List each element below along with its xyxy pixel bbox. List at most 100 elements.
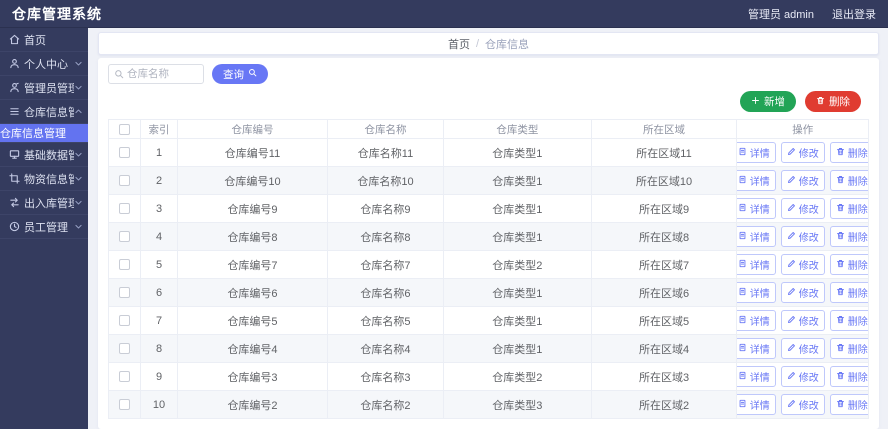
sidebar-item-label: 管理员管理 xyxy=(24,82,74,95)
row-edit-button[interactable]: 修改 xyxy=(780,170,825,191)
detail-icon xyxy=(738,287,747,299)
row-edit-button[interactable]: 修改 xyxy=(780,254,825,275)
sidebar-item-label: 物资信息管理 xyxy=(24,173,74,186)
detail-icon xyxy=(738,343,747,355)
cell-region: 所在区域2 xyxy=(590,390,738,419)
row-checkbox[interactable] xyxy=(118,231,130,243)
add-button-label: 新增 xyxy=(764,96,785,108)
cell-warehouse-code: 仓库编号11 xyxy=(177,138,328,167)
row-checkbox[interactable] xyxy=(118,315,130,327)
delete-button[interactable]: 删除 xyxy=(805,91,861,112)
search-input[interactable] xyxy=(127,68,198,80)
search-button[interactable]: 查询 xyxy=(212,64,268,84)
row-edit-label: 修改 xyxy=(798,373,819,384)
breadcrumb-home[interactable]: 首页 xyxy=(448,36,470,52)
row-checkbox[interactable] xyxy=(118,343,130,355)
row-edit-button[interactable]: 修改 xyxy=(780,394,825,415)
detail-icon xyxy=(738,203,747,215)
row-delete-button[interactable]: 删除 xyxy=(829,142,868,163)
row-delete-button[interactable]: 删除 xyxy=(829,198,868,219)
row-checkbox[interactable] xyxy=(118,371,130,383)
cell-region: 所在区域8 xyxy=(590,222,738,251)
row-delete-label: 删除 xyxy=(847,233,868,244)
row-delete-button[interactable]: 删除 xyxy=(829,226,868,247)
row-edit-button[interactable]: 修改 xyxy=(780,282,825,303)
row-detail-button[interactable]: 详情 xyxy=(737,142,776,163)
row-edit-button[interactable]: 修改 xyxy=(780,310,825,331)
cell-index: 1 xyxy=(139,138,179,167)
row-detail-button[interactable]: 详情 xyxy=(737,226,776,247)
table-row: 3 仓库编号9 仓库名称9 仓库类型1 所在区域9 详情 修改 删除 xyxy=(108,194,869,223)
row-detail-button[interactable]: 详情 xyxy=(737,282,776,303)
add-button[interactable]: 新增 xyxy=(740,91,796,112)
sidebar-item-3[interactable]: 仓库信息管理 xyxy=(0,100,88,124)
sidebar-item-5[interactable]: 基础数据管理 xyxy=(0,143,88,167)
row-delete-button[interactable]: 删除 xyxy=(829,338,868,359)
row-delete-button[interactable]: 删除 xyxy=(829,366,868,387)
row-checkbox[interactable] xyxy=(118,399,130,411)
row-checkbox[interactable] xyxy=(118,147,130,159)
sidebar-item-6[interactable]: 物资信息管理 xyxy=(0,167,88,191)
sidebar-item-0[interactable]: 首页 xyxy=(0,28,88,52)
cell-index: 3 xyxy=(139,194,179,223)
row-checkbox[interactable] xyxy=(118,203,130,215)
detail-icon xyxy=(738,231,747,243)
sidebar-item-7[interactable]: 出入库管理 xyxy=(0,191,88,215)
row-detail-button[interactable]: 详情 xyxy=(737,254,776,275)
row-checkbox[interactable] xyxy=(118,175,130,187)
app-window: 仓库管理系统 管理员 admin 退出登录 首页个人中心管理员管理仓库信息管理仓… xyxy=(0,0,888,429)
row-delete-button[interactable]: 删除 xyxy=(829,310,868,331)
current-user-label[interactable]: 管理员 admin xyxy=(748,6,814,22)
row-delete-button[interactable]: 删除 xyxy=(829,170,868,191)
menu-list-icon xyxy=(9,106,20,117)
row-edit-button[interactable]: 修改 xyxy=(780,338,825,359)
sidebar-subitem-4[interactable]: 仓库信息管理 xyxy=(0,124,88,143)
trash-icon xyxy=(836,175,845,187)
chevron-up-icon xyxy=(74,107,83,116)
row-detail-button[interactable]: 详情 xyxy=(737,338,776,359)
cell-actions: 详情 修改 删除 xyxy=(736,194,869,223)
row-delete-label: 删除 xyxy=(847,205,868,216)
cell-region: 所在区域9 xyxy=(590,194,738,223)
sidebar-item-8[interactable]: 员工管理 xyxy=(0,215,88,239)
row-edit-button[interactable]: 修改 xyxy=(780,198,825,219)
breadcrumb-current: 仓库信息 xyxy=(485,38,530,51)
cell-warehouse-code: 仓库编号10 xyxy=(177,166,328,195)
row-edit-button[interactable]: 修改 xyxy=(780,226,825,247)
row-detail-label: 详情 xyxy=(749,317,770,328)
row-select-cell xyxy=(108,166,141,195)
row-delete-button[interactable]: 删除 xyxy=(829,254,868,275)
row-checkbox[interactable] xyxy=(118,287,130,299)
row-delete-button[interactable]: 删除 xyxy=(829,282,868,303)
logout-link[interactable]: 退出登录 xyxy=(832,6,876,22)
cell-warehouse-name: 仓库名称4 xyxy=(326,334,445,363)
select-all-header-cell xyxy=(108,119,141,139)
detail-icon xyxy=(738,147,747,159)
row-select-cell xyxy=(108,278,141,307)
table-body: 1 仓库编号11 仓库名称11 仓库类型1 所在区域11 详情 修改 删除 2 仓库编号10 仓库名… xyxy=(108,138,869,419)
sidebar-item-label: 员工管理 xyxy=(24,221,68,234)
row-detail-button[interactable]: 详情 xyxy=(737,170,776,191)
chevron-down-icon xyxy=(74,59,83,68)
row-edit-button[interactable]: 修改 xyxy=(780,142,825,163)
edit-icon xyxy=(787,147,796,159)
row-detail-button[interactable]: 详情 xyxy=(737,310,776,331)
row-detail-button[interactable]: 详情 xyxy=(737,366,776,387)
row-edit-label: 修改 xyxy=(798,261,819,272)
select-all-checkbox[interactable] xyxy=(118,123,130,135)
trash-icon xyxy=(816,96,825,108)
row-delete-button[interactable]: 删除 xyxy=(829,394,868,415)
row-checkbox[interactable] xyxy=(118,259,130,271)
sidebar-item-2[interactable]: 管理员管理 xyxy=(0,76,88,100)
row-detail-label: 详情 xyxy=(749,289,770,300)
cell-warehouse-type: 仓库类型3 xyxy=(443,390,592,419)
row-edit-button[interactable]: 修改 xyxy=(780,366,825,387)
column-header-5: 操作 xyxy=(736,119,869,139)
home-icon xyxy=(9,34,20,45)
sidebar-item-1[interactable]: 个人中心 xyxy=(0,52,88,76)
row-detail-button[interactable]: 详情 xyxy=(737,394,776,415)
cell-index: 10 xyxy=(139,390,179,419)
row-select-cell xyxy=(108,250,141,279)
admin-users-icon xyxy=(9,82,20,93)
row-detail-button[interactable]: 详情 xyxy=(737,198,776,219)
